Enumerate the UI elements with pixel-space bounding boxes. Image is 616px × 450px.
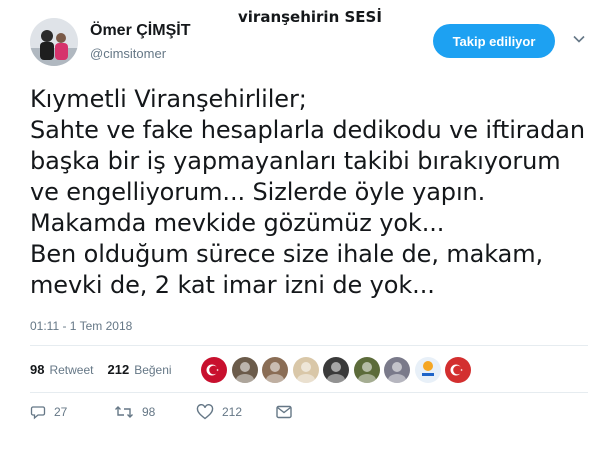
retweet-button[interactable]: 98	[114, 404, 196, 420]
retweet-count: 98	[142, 405, 156, 419]
author-handle[interactable]: @cimsitomer	[90, 46, 166, 61]
reply-button[interactable]: 27	[30, 404, 114, 420]
author-avatar[interactable]	[30, 18, 78, 66]
envelope-icon	[276, 405, 292, 419]
like-stat-count: 212	[107, 362, 130, 377]
person-avatar[interactable]	[323, 357, 349, 383]
like-count: 212	[222, 405, 243, 419]
direct-message-button[interactable]	[276, 405, 292, 419]
person-avatar[interactable]	[231, 357, 258, 383]
person-avatar[interactable]	[353, 357, 380, 383]
turkish-flag-avatar[interactable]	[445, 357, 471, 383]
retweet-stat-label: Retweet	[49, 363, 94, 377]
tweet-text: Kıymetli Viranşehirliler; Sahte ve fake …	[30, 84, 610, 301]
reply-icon	[30, 406, 46, 420]
watermark-title: viranşehirin SESİ	[238, 8, 382, 26]
heart-icon	[196, 404, 214, 420]
avatar-photo-icon	[30, 18, 78, 66]
person-avatar[interactable]	[292, 357, 319, 383]
tweet-line: Sahte ve fake hesaplarla dedikodu ve ift…	[30, 116, 586, 144]
chevron-down-icon[interactable]	[572, 32, 586, 46]
like-button[interactable]: 212	[196, 404, 276, 420]
retweet-icon	[115, 406, 133, 418]
like-stat-label: Beğeni	[134, 363, 172, 377]
turkish-flag-avatar[interactable]	[201, 357, 227, 383]
tweet-line: başka bir iş yapmayanları takibi bırakıy…	[30, 147, 561, 175]
divider	[30, 345, 588, 346]
person-avatar[interactable]	[262, 357, 288, 383]
party-logo-avatar[interactable]	[414, 357, 441, 383]
tweet-line: ve engelliyorum... Sizlerde öyle yapın.	[30, 178, 486, 206]
like-stat[interactable]: 212 Beğeni	[108, 362, 172, 377]
retweet-stat-count: 98	[30, 362, 45, 377]
reply-count: 27	[54, 405, 68, 419]
liker-avatars	[201, 357, 476, 383]
tweet-line: Kıymetli Viranşehirliler;	[30, 85, 307, 113]
tweet-line: Makamda mevkide gözümüz yok...	[30, 209, 445, 237]
engagement-stats: 98 Retweet 212 Beğeni	[30, 362, 186, 377]
tweet-line: mevki de, 2 kat imar izni de yok...	[30, 271, 435, 299]
tweet-timestamp[interactable]: 01:11 - 1 Tem 2018	[30, 319, 132, 333]
author-name[interactable]: Ömer ÇİMŞİT	[90, 22, 190, 40]
tweet-line: Ben olduğum sürece size ihale de, makam,	[30, 240, 544, 268]
tweet-actions: 27 98 212	[30, 404, 292, 420]
person-avatar[interactable]	[384, 357, 410, 383]
divider	[30, 392, 588, 393]
retweet-stat[interactable]: 98 Retweet	[30, 362, 94, 377]
following-button[interactable]: Takip ediliyor	[433, 24, 555, 58]
